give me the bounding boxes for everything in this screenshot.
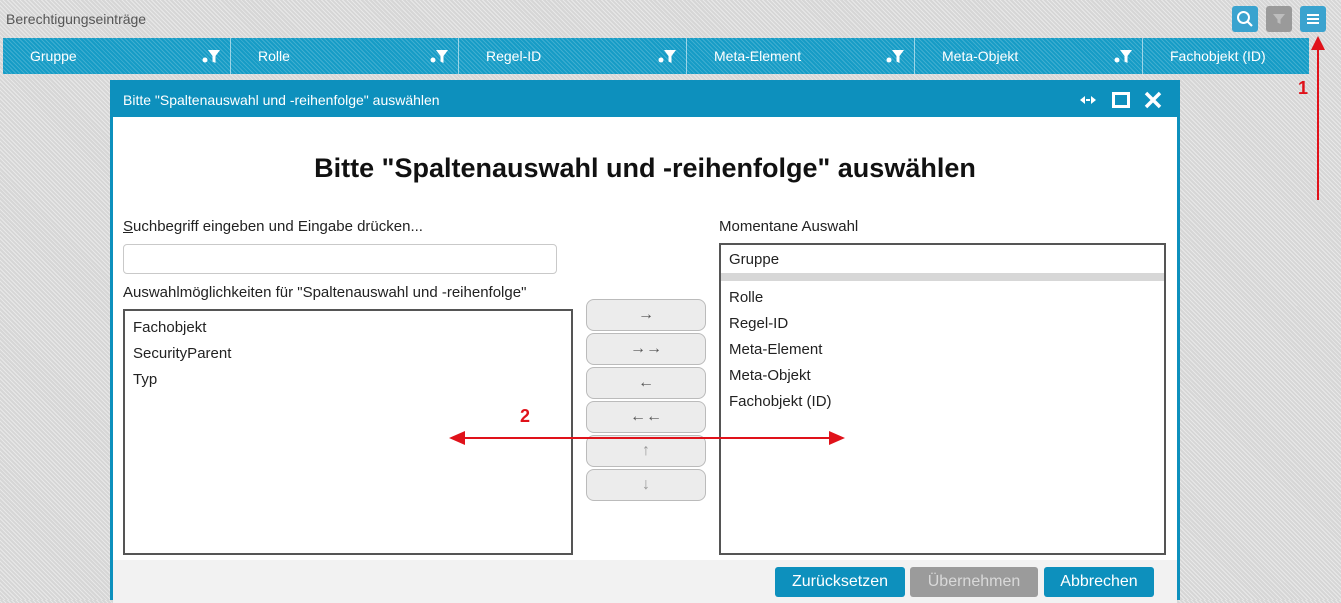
column-menu-button[interactable] — [1300, 6, 1326, 32]
column-header-regel-id[interactable]: Regel-ID — [459, 38, 687, 74]
dialog-header: Bitte "Spaltenauswahl und -reihenfolge" … — [113, 83, 1177, 117]
selected-items-list[interactable]: Gruppe Rolle Regel-ID Meta-Element Meta-… — [719, 243, 1166, 555]
sort-filter-icon[interactable] — [657, 48, 677, 66]
dialog-heading: Bitte "Spaltenauswahl und -reihenfolge" … — [314, 153, 976, 183]
search-input[interactable] — [123, 244, 557, 274]
search-icon — [1237, 11, 1253, 27]
maximize-icon[interactable] — [1112, 92, 1130, 108]
list-item[interactable]: Regel-ID — [721, 311, 1164, 337]
column-header-meta-element[interactable]: Meta-Element — [687, 38, 915, 74]
annotation-arrow-2 — [449, 431, 845, 445]
available-list-label: Auswahlmöglichkeiten für "Spaltenauswahl… — [123, 284, 527, 301]
list-divider — [721, 273, 1164, 281]
sort-filter-icon[interactable] — [429, 48, 449, 66]
dialog-title: Bitte "Spaltenauswahl und -reihenfolge" … — [123, 92, 440, 108]
column-header-rolle[interactable]: Rolle — [231, 38, 459, 74]
resize-arrows-icon[interactable] — [1079, 93, 1097, 107]
apply-button[interactable]: Übernehmen — [910, 567, 1038, 597]
column-header-meta-objekt[interactable]: Meta-Objekt — [915, 38, 1143, 74]
sort-filter-icon[interactable] — [885, 48, 905, 66]
list-item-selected[interactable]: Gruppe — [721, 247, 1164, 273]
add-selected-button[interactable]: → — [586, 299, 706, 331]
hamburger-menu-icon — [1307, 14, 1319, 24]
window-title: Berechtigungseinträge — [6, 11, 147, 27]
column-header-bar: Gruppe Rolle Regel-ID Meta-Element Meta-… — [3, 38, 1309, 74]
column-label: Fachobjekt (ID) — [1170, 48, 1266, 64]
column-label: Meta-Objekt — [942, 48, 1019, 64]
add-all-button[interactable]: →→ — [586, 333, 706, 365]
list-item[interactable]: Fachobjekt — [125, 315, 571, 341]
list-item[interactable]: Meta-Objekt — [721, 363, 1164, 389]
move-down-button[interactable]: ↓ — [586, 469, 706, 501]
annotation-number-2: 2 — [520, 406, 531, 426]
list-item[interactable]: Fachobjekt (ID) — [721, 389, 1164, 415]
filter-icon — [1273, 14, 1285, 24]
column-label: Gruppe — [30, 48, 77, 64]
column-label: Rolle — [258, 48, 290, 64]
filter-button[interactable] — [1266, 6, 1292, 32]
column-label: Regel-ID — [486, 48, 542, 64]
cancel-button[interactable]: Abbrechen — [1044, 567, 1154, 597]
search-label: Suchbegriff eingeben und Eingabe drücken… — [123, 218, 423, 235]
annotation-number-1: 1 — [1298, 78, 1309, 98]
column-header-gruppe[interactable]: Gruppe — [3, 38, 231, 74]
list-item[interactable]: Meta-Element — [721, 337, 1164, 363]
close-icon[interactable] — [1143, 90, 1163, 110]
list-item[interactable]: Typ — [125, 367, 571, 393]
sort-filter-icon[interactable] — [1113, 48, 1133, 66]
reset-button[interactable]: Zurücksetzen — [775, 567, 905, 597]
column-label: Meta-Element — [714, 48, 802, 64]
remove-selected-button[interactable]: ← — [586, 367, 706, 399]
column-selection-dialog: Bitte "Spaltenauswahl und -reihenfolge" … — [110, 80, 1180, 603]
annotation-arrow-1 — [1311, 36, 1325, 200]
sort-filter-icon[interactable] — [201, 48, 221, 66]
list-item[interactable]: SecurityParent — [125, 341, 571, 367]
selected-list-label: Momentane Auswahl — [719, 218, 859, 235]
list-item[interactable]: Rolle — [721, 285, 1164, 311]
column-header-fachobjekt-id[interactable]: Fachobjekt (ID) — [1143, 38, 1309, 74]
search-button[interactable] — [1232, 6, 1258, 32]
window-titlebar: Berechtigungseinträge — [0, 0, 1341, 36]
